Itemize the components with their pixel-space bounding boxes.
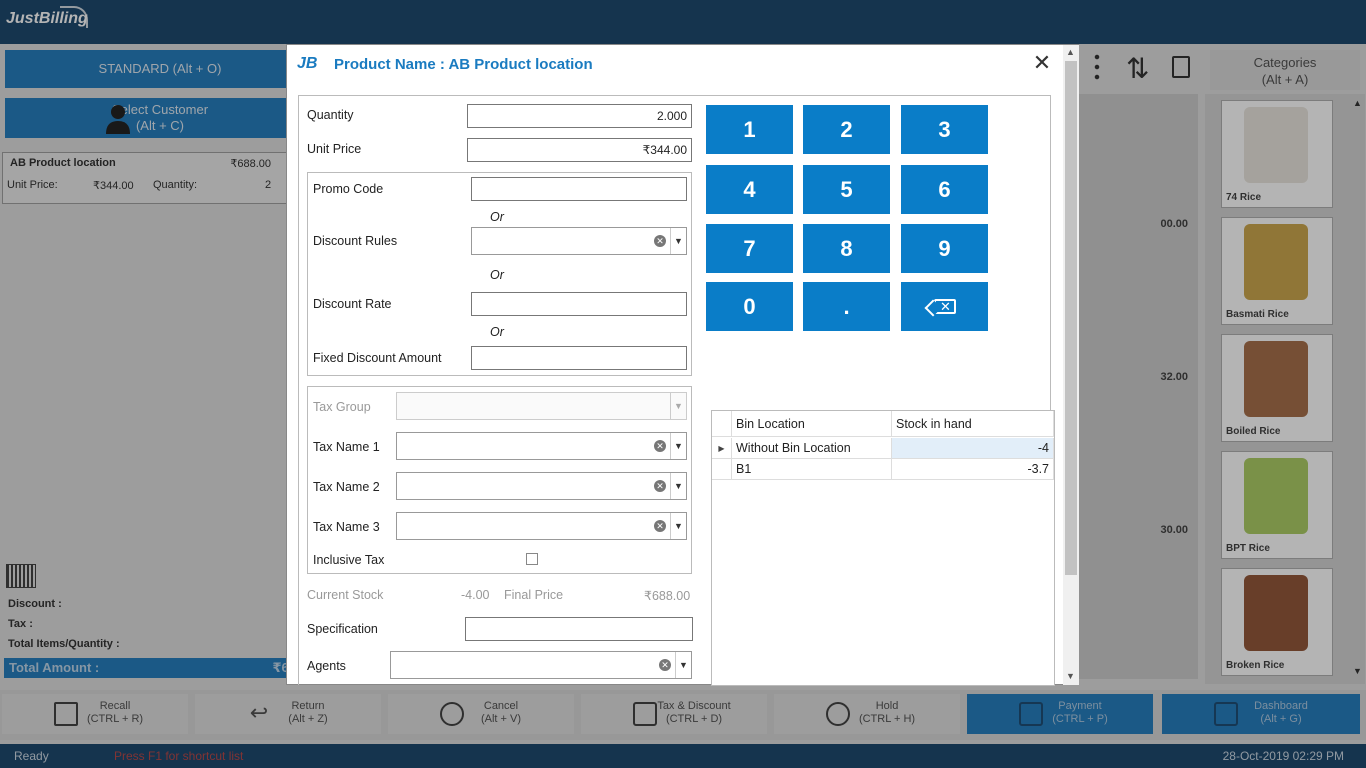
- keypad-2[interactable]: 2: [803, 105, 890, 154]
- clear-icon[interactable]: ✕: [654, 520, 666, 532]
- inclusive-tax-label: Inclusive Tax: [313, 553, 385, 567]
- discount-rate-label: Discount Rate: [313, 297, 392, 311]
- current-stock-label: Current Stock: [307, 588, 384, 602]
- fixed-discount-input[interactable]: [471, 346, 687, 370]
- discount-rules-label: Discount Rules: [313, 234, 398, 248]
- agents-select[interactable]: ✕ ▼: [390, 651, 692, 679]
- chevron-down-icon[interactable]: ▼: [675, 652, 691, 678]
- fixed-discount-label: Fixed Discount Amount: [313, 351, 442, 365]
- or-label: Or: [490, 268, 504, 282]
- column-stock-in-hand[interactable]: Stock in hand: [892, 411, 1054, 437]
- dialog-header: JB Product Name : AB Product location ✕: [287, 45, 1064, 83]
- promo-code-label: Promo Code: [313, 182, 384, 196]
- final-price-value: ₹688.00: [644, 589, 691, 603]
- keypad-7[interactable]: 7: [706, 224, 793, 273]
- or-label: Or: [490, 325, 504, 339]
- jb-logo: JB: [297, 55, 318, 72]
- dialog-body: Quantity Unit Price Promo Code Or Discou…: [298, 95, 1055, 686]
- grid-corner: [712, 411, 732, 437]
- tax-name-2-select[interactable]: ✕ ▼: [396, 472, 687, 500]
- keypad-4[interactable]: 4: [706, 165, 793, 214]
- dialog-title: Product Name : AB Product location: [334, 56, 593, 73]
- agents-label: Agents: [307, 659, 346, 673]
- or-label: Or: [490, 210, 504, 224]
- clear-icon[interactable]: ✕: [659, 659, 671, 671]
- clear-icon[interactable]: ✕: [654, 480, 666, 492]
- promo-code-input[interactable]: [471, 177, 687, 201]
- product-edit-dialog: JB Product Name : AB Product location ✕ …: [286, 44, 1079, 686]
- row-header: [712, 459, 732, 480]
- scroll-up-icon[interactable]: ▲: [1066, 47, 1075, 57]
- clear-icon[interactable]: ✕: [654, 235, 666, 247]
- backspace-icon: ✕: [934, 299, 956, 314]
- specification-input[interactable]: [465, 617, 693, 641]
- chevron-down-icon[interactable]: ▼: [670, 433, 686, 459]
- keypad-1[interactable]: 1: [706, 105, 793, 154]
- scroll-down-icon[interactable]: ▼: [1066, 671, 1075, 681]
- chevron-down-icon[interactable]: ▼: [670, 228, 686, 254]
- chevron-down-icon[interactable]: ▼: [670, 473, 686, 499]
- clear-icon[interactable]: ✕: [654, 440, 666, 452]
- scroll-thumb[interactable]: [1065, 61, 1077, 575]
- chevron-down-icon[interactable]: ▼: [670, 393, 686, 419]
- specification-label: Specification: [307, 622, 378, 636]
- stock-cell[interactable]: -3.7: [892, 459, 1054, 480]
- bin-location-cell[interactable]: Without Bin Location: [732, 438, 892, 459]
- inclusive-tax-checkbox[interactable]: [526, 553, 538, 565]
- keypad-0[interactable]: 0: [706, 282, 793, 331]
- keypad-9[interactable]: 9: [901, 224, 988, 273]
- quantity-input[interactable]: [467, 104, 692, 128]
- row-indicator-icon: ▶: [712, 438, 732, 459]
- unit-price-label: Unit Price: [307, 142, 362, 156]
- dialog-scrollbar[interactable]: ▲ ▼: [1063, 45, 1079, 685]
- close-icon[interactable]: ✕: [1031, 52, 1053, 75]
- tax-name-1-label: Tax Name 1: [313, 440, 380, 454]
- column-bin-location[interactable]: Bin Location: [732, 411, 892, 437]
- tax-name-3-label: Tax Name 3: [313, 520, 380, 534]
- discount-rules-select[interactable]: ✕ ▼: [471, 227, 687, 255]
- current-stock-value: -4.00: [461, 588, 490, 602]
- tax-group-label: Tax Group: [313, 400, 371, 414]
- keypad-backspace[interactable]: ✕: [901, 282, 988, 331]
- keypad-8[interactable]: 8: [803, 224, 890, 273]
- keypad-5[interactable]: 5: [803, 165, 890, 214]
- keypad-decimal[interactable]: .: [803, 282, 890, 331]
- final-price-label: Final Price: [504, 588, 564, 602]
- unit-price-input[interactable]: [467, 138, 692, 162]
- chevron-down-icon[interactable]: ▼: [670, 513, 686, 539]
- discount-rate-input[interactable]: [471, 292, 687, 316]
- quantity-label: Quantity: [307, 108, 354, 122]
- keypad-6[interactable]: 6: [901, 165, 988, 214]
- tax-group-select[interactable]: ▼: [396, 392, 687, 420]
- tax-name-1-select[interactable]: ✕ ▼: [396, 432, 687, 460]
- stock-cell[interactable]: -4: [892, 438, 1054, 459]
- bin-stock-grid: Bin Location Stock in hand ▶ Without Bin…: [711, 410, 1055, 686]
- tax-name-2-label: Tax Name 2: [313, 480, 380, 494]
- bin-location-cell[interactable]: B1: [732, 459, 892, 480]
- tax-name-3-select[interactable]: ✕ ▼: [396, 512, 687, 540]
- keypad-3[interactable]: 3: [901, 105, 988, 154]
